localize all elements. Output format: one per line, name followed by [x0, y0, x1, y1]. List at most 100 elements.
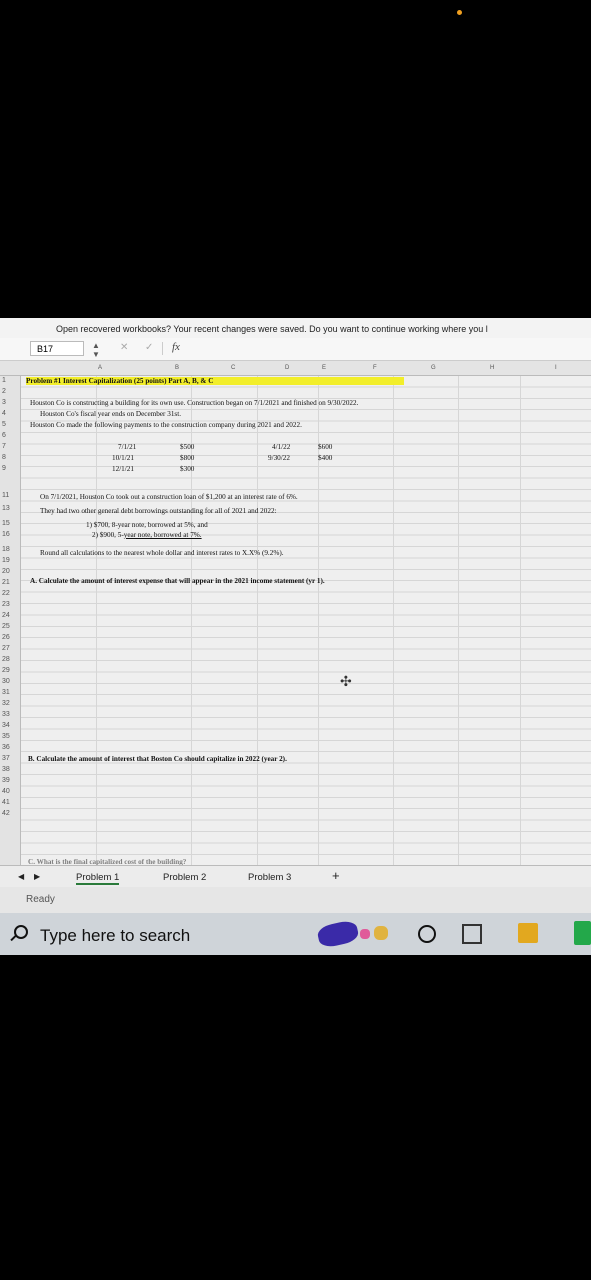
- status-bar: Ready: [0, 887, 591, 913]
- row-number[interactable]: 36: [2, 744, 20, 751]
- question-a[interactable]: A. Calculate the amount of interest expe…: [30, 577, 325, 585]
- add-sheet-icon[interactable]: +: [332, 868, 340, 883]
- payment-amount[interactable]: $800: [180, 454, 194, 462]
- cell-row13[interactable]: They had two other general debt borrowin…: [40, 507, 277, 515]
- app-icon[interactable]: [360, 929, 370, 939]
- tab-prev-icon[interactable]: ◀: [18, 872, 24, 881]
- column-header-i[interactable]: I: [555, 365, 557, 371]
- row-number[interactable]: 29: [2, 667, 20, 674]
- cell-row18[interactable]: Round all calculations to the nearest wh…: [40, 549, 284, 557]
- payment-date[interactable]: 4/1/22: [272, 443, 290, 451]
- payment-date[interactable]: 7/1/21: [118, 443, 136, 451]
- payment-amount[interactable]: $400: [318, 454, 332, 462]
- app-icon[interactable]: [374, 926, 388, 940]
- recovery-message-bar: Open recovered workbooks? Your recent ch…: [0, 318, 591, 338]
- column-header-b[interactable]: B: [175, 365, 179, 371]
- row-number[interactable]: 9: [2, 465, 20, 472]
- column-headers: A B C D E F G H I: [0, 361, 591, 376]
- payment-date[interactable]: 9/30/22: [268, 454, 290, 462]
- app-icon[interactable]: [574, 921, 591, 945]
- app-icon[interactable]: [518, 923, 538, 943]
- row-headers: 1 2 3 4 5 6 7 8 9 11 13 15 16 18 19 20 2…: [0, 376, 21, 865]
- column-header-g[interactable]: G: [431, 365, 436, 371]
- row-number[interactable]: 26: [2, 634, 20, 641]
- cell-row4[interactable]: Houston Co's fiscal year ends on Decembe…: [40, 410, 181, 418]
- formula-bar: B17 ▲ ▼ ✕ ✓ fx: [0, 338, 591, 361]
- row-number[interactable]: 16: [2, 531, 20, 538]
- row-number[interactable]: 3: [2, 399, 20, 406]
- row-number[interactable]: 6: [2, 432, 20, 439]
- task-view-icon[interactable]: [462, 924, 482, 944]
- row-number[interactable]: 13: [2, 505, 20, 512]
- row-number[interactable]: 11: [2, 492, 20, 499]
- row-number[interactable]: 19: [2, 557, 20, 564]
- cell-grid[interactable]: [0, 376, 591, 865]
- column-header-e[interactable]: E: [322, 365, 326, 371]
- row-number[interactable]: 24: [2, 612, 20, 619]
- row-number[interactable]: 31: [2, 689, 20, 696]
- cell-row3[interactable]: Houston Co is constructing a building fo…: [30, 399, 358, 407]
- row-number[interactable]: 39: [2, 777, 20, 784]
- column-header-a[interactable]: A: [98, 365, 102, 371]
- cell-row5[interactable]: Houston Co made the following payments t…: [30, 421, 302, 429]
- problem-title[interactable]: Problem #1 Interest Capitalization (25 p…: [26, 377, 404, 385]
- tab-problem-3[interactable]: Problem 3: [248, 872, 291, 883]
- row-number[interactable]: 34: [2, 722, 20, 729]
- search-icon[interactable]: [14, 925, 28, 939]
- row-number[interactable]: 4: [2, 410, 20, 417]
- taskbar-search-input[interactable]: Type here to search: [40, 926, 190, 946]
- tab-problem-2[interactable]: Problem 2: [163, 872, 206, 883]
- row-number[interactable]: 37: [2, 755, 20, 762]
- cancel-icon[interactable]: ✕: [120, 342, 128, 353]
- payment-date[interactable]: 10/1/21: [112, 454, 134, 462]
- row-number[interactable]: 30: [2, 678, 20, 685]
- enter-check-icon[interactable]: ✓: [145, 342, 153, 353]
- name-box[interactable]: B17: [30, 341, 84, 356]
- column-header-h[interactable]: H: [490, 365, 494, 371]
- row-number[interactable]: 27: [2, 645, 20, 652]
- row-number[interactable]: 7: [2, 443, 20, 450]
- question-b[interactable]: B. Calculate the amount of interest that…: [28, 755, 287, 763]
- cell-row11[interactable]: On 7/1/2021, Houston Co took out a const…: [40, 493, 298, 501]
- row-number[interactable]: 23: [2, 601, 20, 608]
- payment-date[interactable]: 12/1/21: [112, 465, 134, 473]
- recovery-message: Open recovered workbooks? Your recent ch…: [56, 324, 488, 334]
- formula-separator: [162, 342, 163, 355]
- cell-cursor-icon: ✣: [340, 675, 352, 690]
- row-number[interactable]: 20: [2, 568, 20, 575]
- windows-taskbar: Type here to search: [0, 913, 591, 955]
- payment-amount[interactable]: $600: [318, 443, 332, 451]
- cell-row16[interactable]: 2) $900, 5-year note, borrowed at 7%.: [92, 531, 202, 539]
- row-number[interactable]: 38: [2, 766, 20, 773]
- row-number[interactable]: 5: [2, 421, 20, 428]
- column-header-d[interactable]: D: [285, 365, 289, 371]
- row-number[interactable]: 35: [2, 733, 20, 740]
- row-number[interactable]: 15: [2, 520, 20, 527]
- row-number[interactable]: 40: [2, 788, 20, 795]
- sheet-tabs-bar: ◀ ▶ Problem 1 Problem 2 Problem 3 +: [0, 865, 591, 888]
- status-text: Ready: [26, 894, 55, 905]
- row-number[interactable]: 32: [2, 700, 20, 707]
- row-number[interactable]: 18: [2, 546, 20, 553]
- tab-problem-1[interactable]: Problem 1: [76, 872, 120, 885]
- row-number[interactable]: 25: [2, 623, 20, 630]
- row-number[interactable]: 42: [2, 810, 20, 817]
- row-number[interactable]: 8: [2, 454, 20, 461]
- payment-amount[interactable]: $500: [180, 443, 194, 451]
- row-number[interactable]: 41: [2, 799, 20, 806]
- payment-amount[interactable]: $300: [180, 465, 194, 473]
- insert-function-icon[interactable]: fx: [172, 341, 180, 353]
- column-header-c[interactable]: C: [231, 365, 235, 371]
- cell-row15[interactable]: 1) $700, 8-year note, borrowed at 5%, an…: [86, 521, 208, 529]
- row-number[interactable]: 1: [2, 377, 20, 384]
- row-number[interactable]: 21: [2, 579, 20, 586]
- column-header-f[interactable]: F: [373, 365, 377, 371]
- row-number[interactable]: 2: [2, 388, 20, 395]
- cortana-icon[interactable]: [418, 925, 436, 943]
- app-icon[interactable]: [316, 919, 360, 949]
- tab-next-icon[interactable]: ▶: [34, 872, 40, 881]
- row-number[interactable]: 28: [2, 656, 20, 663]
- name-box-dropdown-icon[interactable]: ▲ ▼: [92, 341, 100, 359]
- row-number[interactable]: 33: [2, 711, 20, 718]
- row-number[interactable]: 22: [2, 590, 20, 597]
